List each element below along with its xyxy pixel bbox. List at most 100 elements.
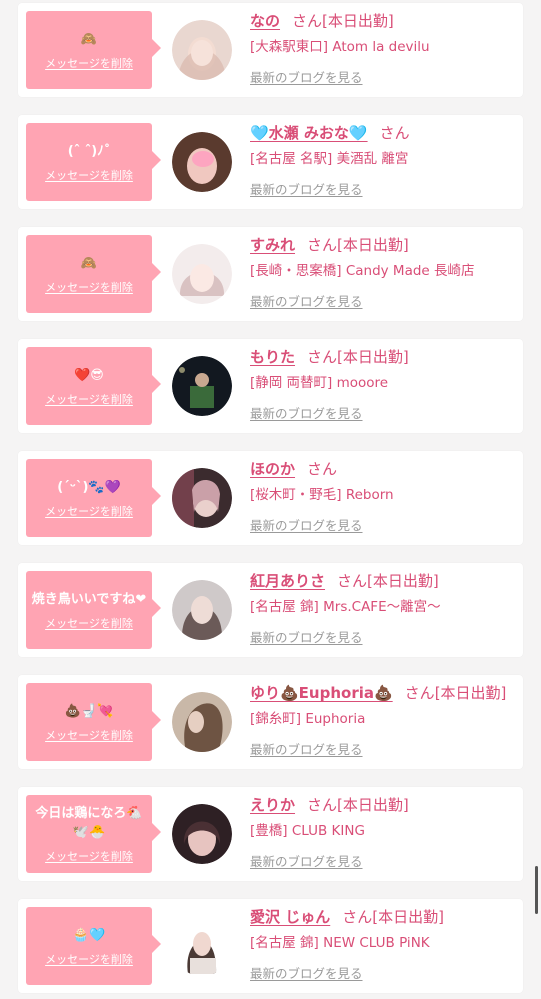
honorific: さん: [307, 796, 338, 814]
message-card: 🧁🩵 メッセージを削除 愛沢 じゅん さん[本日出勤] [名古屋 錦] NEW C…: [18, 899, 523, 993]
delete-message-link[interactable]: メッセージを削除: [45, 391, 133, 407]
cast-name-link[interactable]: もりた: [250, 348, 295, 366]
status-badge: [本日出勤]: [367, 572, 439, 590]
honorific: さん: [379, 124, 410, 142]
delete-message-link[interactable]: メッセージを削除: [45, 615, 133, 631]
status-badge: [本日出勤]: [372, 908, 444, 926]
honorific: さん: [307, 460, 338, 478]
message-bubble: (´ᵕ`)🐾💜 メッセージを削除: [26, 459, 161, 537]
shop-label: [豊橋] CLUB KING: [250, 823, 365, 839]
shop-label: [錦糸町] Euphoria: [250, 711, 366, 727]
latest-blog-link[interactable]: 最新のブログを見る: [250, 291, 363, 310]
message-card: 焼き鳥いいですね❤ メッセージを削除 紅月ありさ さん[本日出勤] [名古屋 錦]…: [18, 563, 523, 657]
honorific: さん: [307, 236, 338, 254]
message-text: 🙈: [80, 31, 98, 47]
message-bubble: 🙈 メッセージを削除: [26, 235, 161, 313]
delete-message-link[interactable]: メッセージを削除: [45, 279, 133, 295]
latest-blog-link[interactable]: 最新のブログを見る: [250, 851, 363, 870]
status-badge: [本日出勤]: [322, 12, 394, 30]
name-row: 紅月ありさ さん[本日出勤]: [250, 571, 515, 591]
shop-label: [名古屋 名駅] 美酒乱 離宮: [250, 151, 409, 167]
message-text: 🧁🩵: [72, 927, 106, 943]
name-row: もりた さん[本日出勤]: [250, 347, 515, 367]
message-card: ❤️😎 メッセージを削除 もりた さん[本日出勤] [静岡 両替町] mooore…: [18, 339, 523, 433]
message-text: 焼き鳥いいですね❤: [31, 591, 147, 607]
message-card: (´ᵕ`)🐾💜 メッセージを削除 ほのか さん [桜木町・野毛] Reborn 最…: [18, 451, 523, 545]
shop-label: [桜木町・野毛] Reborn: [250, 487, 394, 503]
message-card: 💩🚽💘 メッセージを削除 ゆり💩Euphoria💩 さん[本日出勤] [錦糸町] …: [18, 675, 523, 769]
name-row: ゆり💩Euphoria💩 さん[本日出勤]: [250, 683, 515, 703]
avatar[interactable]: [172, 916, 232, 976]
shop-label: [大森駅東口] Atom la devilu: [250, 39, 430, 55]
name-row: なの さん[本日出勤]: [250, 11, 515, 31]
message-bubble: 焼き鳥いいですね❤ メッセージを削除: [26, 571, 161, 649]
name-row: すみれ さん[本日出勤]: [250, 235, 515, 255]
latest-blog-link[interactable]: 最新のブログを見る: [250, 963, 363, 982]
shop-label: [名古屋 錦] Mrs.CAFE〜離宮〜: [250, 599, 441, 615]
delete-message-link[interactable]: メッセージを削除: [45, 503, 133, 519]
message-info: ゆり💩Euphoria💩 さん[本日出勤] [錦糸町] Euphoria 最新のブ…: [250, 683, 515, 758]
honorific: さん: [342, 908, 373, 926]
message-text: (´ᵕ`)🐾💜: [57, 479, 121, 495]
shop-label: [名古屋 錦] NEW CLUB PiNK: [250, 935, 430, 951]
message-info: 🩵水瀬 みおな🩵 さん [名古屋 名駅] 美酒乱 離宮 最新のブログを見る: [250, 123, 515, 198]
message-info: 愛沢 じゅん さん[本日出勤] [名古屋 錦] NEW CLUB PiNK 最新の…: [250, 907, 515, 982]
delete-message-link[interactable]: メッセージを削除: [45, 55, 133, 71]
latest-blog-link[interactable]: 最新のブログを見る: [250, 739, 363, 758]
latest-blog-link[interactable]: 最新のブログを見る: [250, 515, 363, 534]
message-bubble: 🙈 メッセージを削除: [26, 11, 161, 89]
cast-name-link[interactable]: なの: [250, 12, 280, 30]
cast-name-link[interactable]: すみれ: [250, 236, 295, 254]
latest-blog-link[interactable]: 最新のブログを見る: [250, 67, 363, 86]
shop-label: [長崎・思案橋] Candy Made 長崎店: [250, 263, 475, 279]
latest-blog-link[interactable]: 最新のブログを見る: [250, 403, 363, 422]
message-bubble: ❤️😎 メッセージを削除: [26, 347, 161, 425]
shop-label: [静岡 両替町] mooore: [250, 375, 389, 391]
avatar[interactable]: [172, 356, 232, 416]
delete-message-link[interactable]: メッセージを削除: [45, 951, 133, 967]
status-badge: [本日出勤]: [337, 796, 409, 814]
message-info: えりか さん[本日出勤] [豊橋] CLUB KING 最新のブログを見る: [250, 795, 515, 870]
message-text: (ˆ ˆ)ﾉ˚: [67, 143, 111, 159]
avatar[interactable]: [172, 692, 232, 752]
message-card: 🙈 メッセージを削除 なの さん[本日出勤] [大森駅東口] Atom la de…: [18, 3, 523, 97]
message-info: ほのか さん [桜木町・野毛] Reborn 最新のブログを見る: [250, 459, 515, 534]
delete-message-link[interactable]: メッセージを削除: [45, 167, 133, 183]
avatar[interactable]: [172, 580, 232, 640]
message-info: もりた さん[本日出勤] [静岡 両替町] mooore 最新のブログを見る: [250, 347, 515, 422]
delete-message-link[interactable]: メッセージを削除: [45, 727, 133, 743]
cast-name-link[interactable]: えりか: [250, 796, 295, 814]
message-bubble: 今日は鶏になろ🐔🕊️🐣 メッセージを削除: [26, 795, 161, 873]
message-info: すみれ さん[本日出勤] [長崎・思案橋] Candy Made 長崎店 最新のブ…: [250, 235, 515, 310]
message-info: なの さん[本日出勤] [大森駅東口] Atom la devilu 最新のブログ…: [250, 11, 515, 86]
name-row: 愛沢 じゅん さん[本日出勤]: [250, 907, 515, 927]
cast-name-link[interactable]: ゆり💩Euphoria💩: [250, 684, 393, 702]
message-card: 🙈 メッセージを削除 すみれ さん[本日出勤] [長崎・思案橋] Candy Ma…: [18, 227, 523, 321]
latest-blog-link[interactable]: 最新のブログを見る: [250, 627, 363, 646]
delete-message-link[interactable]: メッセージを削除: [45, 848, 133, 864]
status-badge: [本日出勤]: [434, 684, 507, 702]
message-bubble: (ˆ ˆ)ﾉ˚ メッセージを削除: [26, 123, 161, 201]
avatar[interactable]: [172, 244, 232, 304]
avatar[interactable]: [172, 20, 232, 80]
cast-name-link[interactable]: 🩵水瀬 みおな🩵: [250, 124, 368, 142]
message-card: 今日は鶏になろ🐔🕊️🐣 メッセージを削除 えりか さん[本日出勤] [豊橋] CL…: [18, 787, 523, 881]
message-bubble: 🧁🩵 メッセージを削除: [26, 907, 161, 985]
scrollbar[interactable]: [535, 866, 538, 914]
message-info: 紅月ありさ さん[本日出勤] [名古屋 錦] Mrs.CAFE〜離宮〜 最新のブロ…: [250, 571, 515, 646]
message-bubble: 💩🚽💘 メッセージを削除: [26, 683, 161, 761]
cast-name-link[interactable]: 紅月ありさ: [250, 572, 325, 590]
message-text: 🙈: [80, 255, 98, 271]
honorific: さん: [292, 12, 323, 30]
latest-blog-link[interactable]: 最新のブログを見る: [250, 179, 363, 198]
cast-name-link[interactable]: 愛沢 じゅん: [250, 908, 330, 926]
name-row: 🩵水瀬 みおな🩵 さん: [250, 123, 515, 143]
avatar[interactable]: [172, 468, 232, 528]
cast-name-link[interactable]: ほのか: [250, 460, 295, 478]
name-row: ほのか さん: [250, 459, 515, 479]
status-badge: [本日出勤]: [337, 236, 409, 254]
avatar[interactable]: [172, 132, 232, 192]
avatar[interactable]: [172, 804, 232, 864]
status-badge: [本日出勤]: [337, 348, 409, 366]
honorific: さん: [404, 684, 435, 702]
